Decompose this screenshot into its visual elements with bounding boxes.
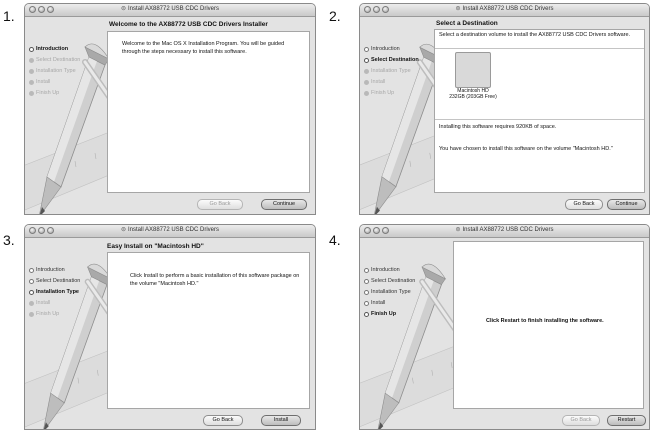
window-title: Install AX88772 USB CDC Drivers <box>462 227 554 233</box>
completed-step-icon <box>29 279 34 284</box>
step-number: 4. <box>329 232 341 248</box>
easy-install-text: Click Install to perform a basic install… <box>130 273 300 287</box>
installer-panel-2: 2. ⊜ Install AX88772 USB CDC Drivers Sele… <box>326 0 651 215</box>
volume-macintosh-hd[interactable]: Macintosh HD 232GB (203GB Free) <box>445 52 501 100</box>
content-pane: Select a destination volume to install t… <box>434 29 645 193</box>
package-icon: ⊜ <box>455 227 461 233</box>
step-sidebar: Introduction Select Destination Installa… <box>29 265 109 320</box>
page-heading: Easy Install on "Macintosh HD" <box>107 243 204 250</box>
completed-step-icon <box>364 47 369 52</box>
content-pane: Welcome to the Mac OS X Installation Pro… <box>107 31 310 193</box>
sidebar-item-installation-type: Installation Type <box>364 66 444 77</box>
sidebar-item-introduction: Introduction <box>364 44 444 55</box>
title-bar[interactable]: ⊜ Install AX88772 USB CDC Drivers <box>25 225 315 238</box>
package-icon: ⊜ <box>120 6 126 12</box>
step-dot-icon <box>29 69 34 74</box>
installer-window: ⊜ Install AX88772 USB CDC Drivers Introdu… <box>359 224 650 430</box>
restart-button[interactable]: Restart <box>607 415 646 426</box>
installer-window: ⊜ Install AX88772 USB CDC Drivers Welcome… <box>24 3 316 215</box>
content-pane: Click Restart to finish installing the s… <box>453 241 644 409</box>
window-title: Install AX88772 USB CDC Drivers <box>127 6 220 12</box>
sidebar-item-installation-type: Installation Type <box>29 66 109 77</box>
installer-panel-4: 4. ⊜ Install AX88772 USB CDC Drivers Intr… <box>326 219 651 433</box>
current-step-icon <box>29 47 34 52</box>
step-sidebar: Introduction Select Destination Installa… <box>364 265 444 320</box>
sidebar-item-installation-type: Installation Type <box>29 287 109 298</box>
sidebar-item-finish-up: Finish Up <box>29 88 109 99</box>
current-step-icon <box>29 290 34 295</box>
step-dot-icon <box>364 91 369 96</box>
window-title: Install AX88772 USB CDC Drivers <box>127 227 220 233</box>
title-bar[interactable]: ⊜ Install AX88772 USB CDC Drivers <box>360 225 649 238</box>
sidebar-item-select-destination: Select Destination <box>364 276 444 287</box>
page-heading: Welcome to the AX88772 USB CDC Drivers I… <box>109 21 268 28</box>
step-dot-icon <box>29 80 34 85</box>
step-dot-icon <box>29 91 34 96</box>
step-dot-icon <box>364 69 369 74</box>
package-icon: ⊜ <box>455 6 461 12</box>
go-back-button[interactable]: Go Back <box>562 415 600 426</box>
space-required-text: Installing this software requires 920KB … <box>439 124 557 130</box>
volume-size: 232GB (203GB Free) <box>449 94 497 100</box>
current-step-icon <box>364 58 369 63</box>
sidebar-item-introduction: Introduction <box>29 265 109 276</box>
go-back-button[interactable]: Go Back <box>565 199 603 210</box>
completed-step-icon <box>364 290 369 295</box>
divider <box>435 119 644 120</box>
sidebar-item-select-destination: Select Destination <box>364 55 444 66</box>
install-button[interactable]: Install <box>261 415 301 426</box>
step-number: 2. <box>329 8 341 24</box>
sidebar-item-install: Install <box>364 298 444 309</box>
welcome-text: Welcome to the Mac OS X Installation Pro… <box>122 41 285 55</box>
package-icon: ⊜ <box>120 227 126 233</box>
installer-panel-1: 1. ⊜ Install AX88772 USB CDC Drivers Welc… <box>0 0 325 215</box>
divider <box>435 48 644 49</box>
sidebar-item-install: Install <box>29 298 109 309</box>
current-step-icon <box>364 312 369 317</box>
sidebar-item-install: Install <box>29 77 109 88</box>
page-heading: Select a Destination <box>436 20 498 27</box>
sidebar-item-finish-up: Finish Up <box>29 309 109 320</box>
installer-panel-3: 3. ⊜ Install AX88772 USB CDC Drivers Easy… <box>0 219 325 433</box>
continue-button[interactable]: Continue <box>261 199 307 210</box>
sidebar-item-introduction: Introduction <box>29 44 109 55</box>
destination-prompt: Select a destination volume to install t… <box>439 32 631 38</box>
step-number: 1. <box>3 8 15 24</box>
content-pane: Click Install to perform a basic install… <box>107 252 310 409</box>
step-dot-icon <box>29 312 34 317</box>
step-sidebar: Introduction Select Destination Installa… <box>29 44 109 99</box>
title-bar[interactable]: ⊜ Install AX88772 USB CDC Drivers <box>360 4 649 17</box>
completed-step-icon <box>364 301 369 306</box>
sidebar-item-introduction: Introduction <box>364 265 444 276</box>
restart-message: Click Restart to finish installing the s… <box>486 318 604 324</box>
go-back-button[interactable]: Go Back <box>197 199 243 210</box>
installer-window: ⊜ Install AX88772 USB CDC Drivers Easy In… <box>24 224 316 430</box>
step-sidebar: Introduction Select Destination Installa… <box>364 44 444 99</box>
window-title: Install AX88772 USB CDC Drivers <box>462 6 554 12</box>
completed-step-icon <box>29 268 34 273</box>
step-dot-icon <box>29 301 34 306</box>
sidebar-item-finish-up: Finish Up <box>364 88 444 99</box>
step-dot-icon <box>29 58 34 63</box>
chosen-volume-text: You have chosen to install this software… <box>439 146 613 152</box>
sidebar-item-finish-up: Finish Up <box>364 309 444 320</box>
sidebar-item-install: Install <box>364 77 444 88</box>
installer-window: ⊜ Install AX88772 USB CDC Drivers Select … <box>359 3 650 215</box>
step-number: 3. <box>3 232 15 248</box>
step-dot-icon <box>364 80 369 85</box>
completed-step-icon <box>364 279 369 284</box>
title-bar[interactable]: ⊜ Install AX88772 USB CDC Drivers <box>25 4 315 17</box>
go-back-button[interactable]: Go Back <box>203 415 243 426</box>
sidebar-item-select-destination: Select Destination <box>29 55 109 66</box>
completed-step-icon <box>364 268 369 273</box>
continue-button[interactable]: Continue <box>607 199 646 210</box>
sidebar-item-select-destination: Select Destination <box>29 276 109 287</box>
hard-drive-icon <box>455 52 491 88</box>
sidebar-item-installation-type: Installation Type <box>364 287 444 298</box>
